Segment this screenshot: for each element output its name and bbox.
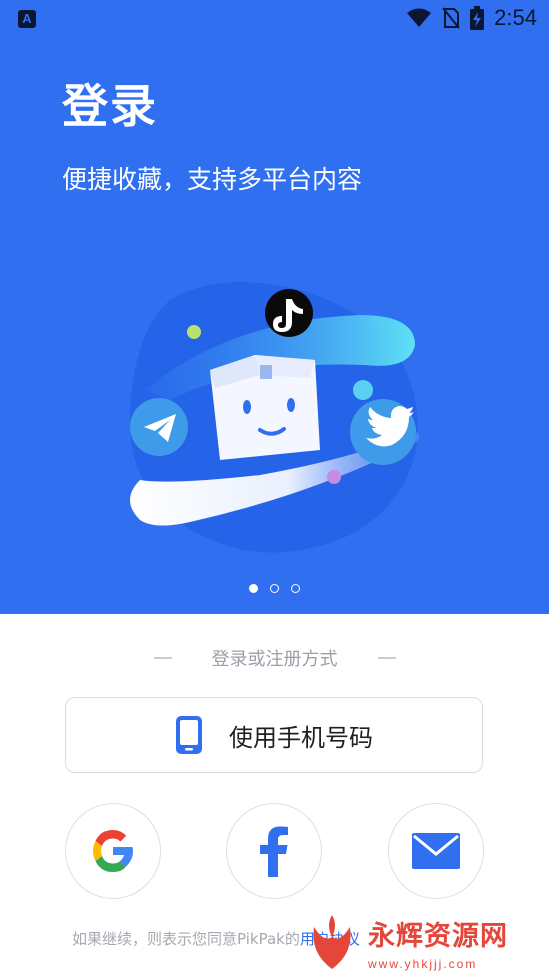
phone-icon — [176, 716, 202, 754]
phone-login-label: 使用手机号码 — [229, 723, 373, 752]
login-divider: 登录或注册方式 — [0, 643, 549, 673]
tiktok-icon — [265, 289, 313, 337]
watermark-url: www.yhkjjj.com — [368, 957, 478, 971]
wifi-icon — [407, 8, 432, 27]
watermark-text: 永辉资源网 — [368, 921, 508, 952]
no-sim-icon — [442, 7, 460, 29]
status-icons: 2:54 — [406, 5, 537, 30]
notification-icon: A — [18, 10, 36, 28]
legal-text: 如果继续，则表示您同意PikPak的 — [72, 930, 300, 948]
phone-login-button[interactable]: 使用手机号码 — [65, 697, 483, 773]
telegram-icon — [130, 398, 188, 456]
cyan-dot — [353, 380, 373, 400]
green-dot — [187, 325, 201, 339]
status-bar: A 2:54 — [0, 0, 549, 38]
pager-dot-2[interactable] — [270, 584, 279, 593]
hero-section: A 2:54 登录 便捷收藏，支持多平台内容 — [0, 0, 549, 614]
battery-charging-icon — [470, 6, 485, 30]
page-title: 登录 — [62, 79, 158, 133]
google-login-button[interactable] — [65, 803, 161, 899]
hero-illustration — [129, 282, 419, 553]
pink-dot — [327, 470, 341, 484]
box-mascot — [210, 355, 320, 460]
facebook-icon — [260, 826, 288, 877]
twitter-icon — [350, 399, 416, 465]
pager-dot-3[interactable] — [291, 584, 300, 593]
divider-text: 登录或注册方式 — [211, 649, 338, 670]
watermark-logo — [313, 914, 351, 969]
email-icon — [412, 833, 460, 869]
google-icon — [93, 830, 133, 872]
pager-dot-1[interactable] — [249, 584, 258, 593]
divider-line-left — [153, 657, 172, 659]
page-subtitle: 便捷收藏，支持多平台内容 — [62, 165, 363, 194]
carousel-pager — [0, 584, 549, 593]
watermark: 永辉资源网 www.yhkjjj.com — [302, 908, 532, 977]
divider-line-right — [377, 657, 396, 659]
facebook-login-button[interactable] — [226, 803, 322, 899]
status-time: 2:54 — [494, 5, 537, 30]
email-login-button[interactable] — [388, 803, 484, 899]
